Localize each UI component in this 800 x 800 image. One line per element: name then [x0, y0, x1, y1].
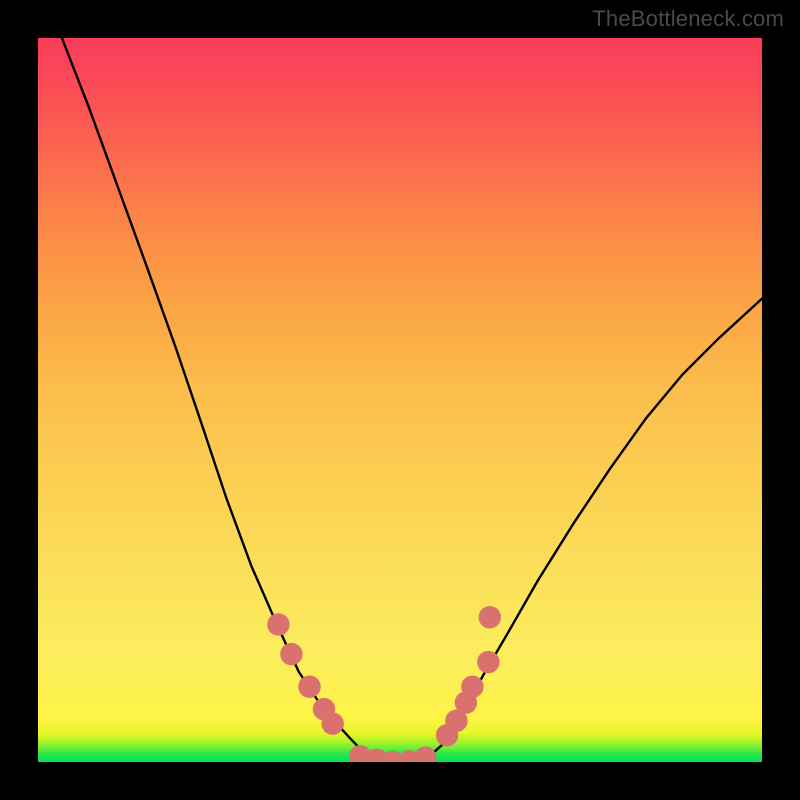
marker-dot: [321, 712, 343, 734]
marker-dot: [298, 675, 320, 697]
plot-area: [38, 38, 762, 762]
highlighted-points: [267, 606, 501, 762]
marker-dot: [479, 606, 501, 628]
marker-dot: [280, 643, 302, 665]
chart-svg: [38, 38, 762, 762]
credit-label: TheBottleneck.com: [592, 6, 784, 32]
marker-dot: [477, 651, 499, 673]
marker-dot: [267, 613, 289, 635]
marker-dot: [414, 746, 436, 762]
marker-dot: [461, 675, 483, 697]
compatibility-curve: [62, 38, 762, 762]
chart-frame: TheBottleneck.com: [0, 0, 800, 800]
